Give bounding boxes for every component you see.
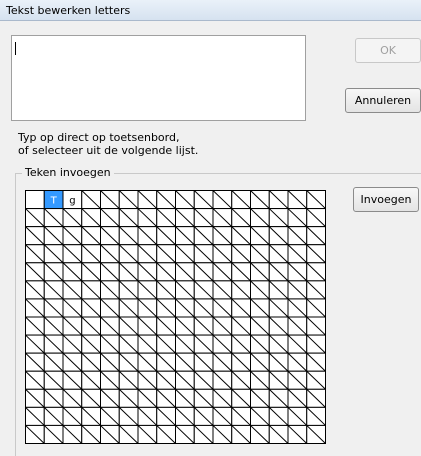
text-caret [15,42,16,55]
character-grid-canvas: Tg [25,190,326,444]
group-label: Teken invoegen [22,166,114,179]
grid-cell[interactable] [25,190,45,210]
character-grid[interactable]: Tg [25,190,326,444]
instructions: Typ op direct op toetsenbord, of selecte… [18,131,198,157]
text-input[interactable] [11,35,306,121]
ok-button[interactable]: OK [355,38,421,63]
grid-cell-char: g [69,196,75,207]
window-title: Tekst bewerken letters [6,4,131,17]
window-left-edge [0,21,8,456]
grid-cell-char: T [50,196,58,207]
instruction-line-2: of selecteer uit de volgende lijst. [18,144,199,157]
title-bar: Tekst bewerken letters [0,0,421,21]
instruction-line-1: Typ op direct op toetsenbord, [18,131,180,144]
insert-button[interactable]: Invoegen [353,187,419,212]
cancel-button[interactable]: Annuleren [345,88,421,113]
